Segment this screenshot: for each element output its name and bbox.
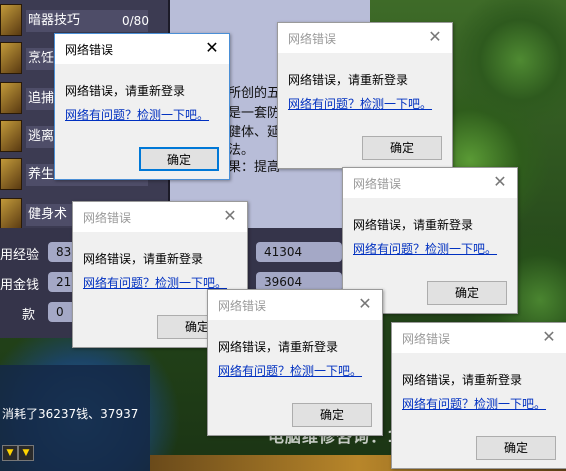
exp-value-right: 41304 — [256, 242, 342, 262]
network-check-link[interactable]: 网络有问题？检测一下吧。 — [218, 362, 362, 379]
close-icon[interactable]: ✕ — [219, 205, 241, 227]
dialog-message: 网络错误，请重新登录 — [65, 84, 186, 98]
dialog-title: 网络错误 — [353, 177, 402, 191]
error-dialog: 网络错误 ✕ 网络错误，请重新登录 网络有问题？检测一下吧。 确定 — [207, 289, 383, 436]
skill-icon — [0, 120, 22, 152]
network-check-link[interactable]: 网络有问题？检测一下吧。 — [65, 106, 209, 123]
chat-message: 消耗了36237钱、37937 — [2, 407, 139, 421]
ok-button[interactable]: 确定 — [362, 136, 442, 160]
ok-button[interactable]: 确定 — [476, 436, 556, 460]
error-dialog: 网络错误 ✕ 网络错误，请重新登录 网络有问题？检测一下吧。 确定 — [54, 33, 230, 180]
dialog-title: 网络错误 — [65, 43, 114, 57]
dialog-body: 网络错误，请重新登录 网络有问题？检测一下吧。 确定 — [278, 53, 452, 168]
network-check-link[interactable]: 网络有问题？检测一下吧。 — [288, 95, 432, 112]
dialog-body: 网络错误，请重新登录 网络有问题？检测一下吧。 确定 — [55, 64, 229, 179]
dialog-titlebar[interactable]: 网络错误 ✕ — [278, 23, 452, 53]
close-icon[interactable]: ✕ — [201, 37, 223, 59]
dialog-message: 网络错误，请重新登录 — [288, 73, 409, 87]
dialog-title: 网络错误 — [83, 211, 132, 225]
description-line: 是一套防 — [228, 106, 281, 121]
dialog-title: 网络错误 — [218, 299, 267, 313]
skill-icon — [0, 158, 22, 190]
dialog-titlebar[interactable]: 网络错误 ✕ — [73, 202, 247, 232]
dialog-titlebar[interactable]: 网络错误 ✕ — [392, 323, 566, 353]
ok-button[interactable]: 确定 — [139, 147, 219, 171]
ok-button[interactable]: 确定 — [427, 281, 507, 305]
money-label: 用金钱 — [0, 278, 40, 293]
close-icon[interactable]: ✕ — [489, 171, 511, 193]
network-check-link[interactable]: 网络有问题？检测一下吧。 — [402, 395, 546, 412]
close-icon[interactable]: ✕ — [538, 326, 560, 348]
network-check-link[interactable]: 网络有问题？检测一下吧。 — [83, 274, 227, 291]
dialog-body: 网络错误，请重新登录 网络有问题？检测一下吧。 确定 — [392, 353, 566, 468]
close-icon[interactable]: ✕ — [354, 293, 376, 315]
skill-icon — [0, 82, 22, 114]
network-check-link[interactable]: 网络有问题？检测一下吧。 — [353, 240, 497, 257]
description-line: 所创的五 — [228, 86, 281, 101]
skill-count: 0/80 — [122, 14, 149, 28]
chat-scroll-down-icon[interactable]: ▼ — [2, 445, 18, 461]
skill-icon — [0, 4, 22, 36]
close-icon[interactable]: ✕ — [424, 26, 446, 48]
dialog-titlebar[interactable]: 网络错误 ✕ — [343, 168, 517, 198]
chat-menu-icon[interactable]: ▼ — [18, 445, 34, 461]
skill-icon — [0, 198, 22, 230]
dialog-message: 网络错误，请重新登录 — [353, 218, 474, 232]
dialog-title: 网络错误 — [402, 332, 451, 346]
error-dialog: 网络错误 ✕ 网络错误，请重新登录 网络有问题？检测一下吧。 确定 — [391, 322, 566, 469]
skill-row[interactable]: 暗器技巧 0/80 — [0, 2, 168, 36]
dialog-message: 网络错误，请重新登录 — [83, 252, 204, 266]
dialog-message: 网络错误，请重新登录 — [218, 340, 339, 354]
dialog-title: 网络错误 — [288, 32, 337, 46]
dialog-titlebar[interactable]: 网络错误 ✕ — [208, 290, 382, 320]
dialog-titlebar[interactable]: 网络错误 ✕ — [55, 34, 229, 64]
chat-area: 消耗了36237钱、37937 ▼ ▼ — [0, 365, 150, 471]
exp-label: 用经验 — [0, 248, 40, 263]
ok-button[interactable]: 确定 — [292, 403, 372, 427]
skill-icon — [0, 42, 22, 74]
dialog-body: 网络错误，请重新登录 网络有问题？检测一下吧。 确定 — [208, 320, 382, 435]
loan-label: 款 — [22, 308, 36, 323]
error-dialog: 网络错误 ✕ 网络错误，请重新登录 网络有问题？检测一下吧。 确定 — [277, 22, 453, 169]
dialog-message: 网络错误，请重新登录 — [402, 373, 523, 387]
description-line: 健体、延 — [228, 125, 281, 140]
description-line: 果：提高 — [228, 160, 281, 175]
